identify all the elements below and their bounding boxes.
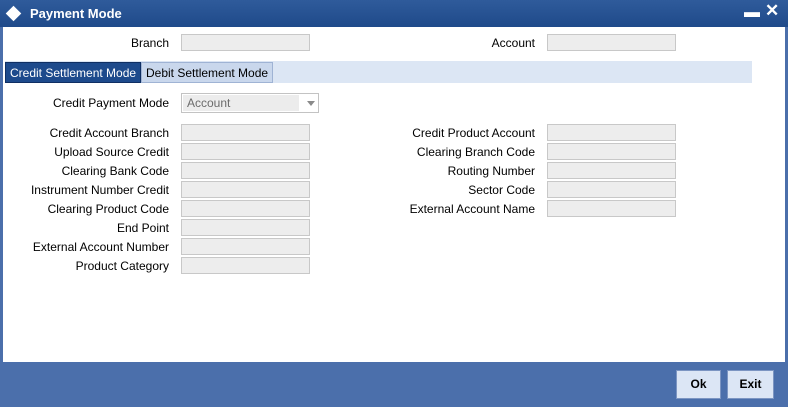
account-field[interactable]: [547, 34, 676, 51]
payment-mode-window: Payment Mode ▬ ✕ Branch Account Credit S…: [0, 0, 788, 407]
form-panel: Branch Account Credit Settlement Mode De…: [3, 27, 785, 362]
exit-button[interactable]: Exit: [727, 370, 774, 399]
diamond-icon: [5, 5, 22, 22]
window-title: Payment Mode: [30, 6, 122, 21]
chevron-down-icon[interactable]: [307, 101, 315, 106]
instrument-number-credit-field[interactable]: [181, 181, 310, 198]
upload-source-credit-field[interactable]: [181, 143, 310, 160]
account-label: Account: [491, 36, 535, 50]
upload-source-credit-label: Upload Source Credit: [54, 145, 169, 159]
routing-number-label: Routing Number: [447, 164, 535, 178]
close-icon[interactable]: ✕: [765, 1, 779, 21]
clearing-bank-code-label: Clearing Bank Code: [61, 164, 169, 178]
credit-account-branch-label: Credit Account Branch: [49, 126, 169, 140]
clearing-branch-code-label: Clearing Branch Code: [416, 145, 535, 159]
credit-payment-mode-label: Credit Payment Mode: [52, 96, 169, 110]
tab-strip: Credit Settlement Mode Debit Settlement …: [5, 61, 752, 83]
end-point-label: End Point: [116, 221, 169, 235]
external-account-name-label: External Account Name: [409, 202, 535, 216]
branch-label: Branch: [130, 36, 169, 50]
product-category-label: Product Category: [75, 259, 169, 273]
credit-payment-mode-select[interactable]: Account: [181, 93, 319, 113]
ok-button[interactable]: Ok: [676, 370, 721, 399]
clearing-product-code-label: Clearing Product Code: [47, 202, 169, 216]
clearing-product-code-field[interactable]: [181, 200, 310, 217]
sector-code-field[interactable]: [547, 181, 676, 198]
footer-bar: [0, 362, 788, 407]
clearing-branch-code-field[interactable]: [547, 143, 676, 160]
external-account-number-label: External Account Number: [32, 240, 169, 254]
branch-field[interactable]: [181, 34, 310, 51]
end-point-field[interactable]: [181, 219, 310, 236]
credit-account-branch-field[interactable]: [181, 124, 310, 141]
tab-credit-settlement-mode[interactable]: Credit Settlement Mode: [5, 62, 142, 83]
credit-payment-mode-value: Account: [183, 95, 299, 111]
instrument-number-credit-label: Instrument Number Credit: [30, 183, 169, 197]
external-account-number-field[interactable]: [181, 238, 310, 255]
routing-number-field[interactable]: [547, 162, 676, 179]
sector-code-label: Sector Code: [468, 183, 535, 197]
credit-product-account-field[interactable]: [547, 124, 676, 141]
external-account-name-field[interactable]: [547, 200, 676, 217]
title-bar: Payment Mode ▬ ✕: [0, 0, 788, 27]
product-category-field[interactable]: [181, 257, 310, 274]
clearing-bank-code-field[interactable]: [181, 162, 310, 179]
credit-product-account-label: Credit Product Account: [412, 126, 535, 140]
tab-debit-settlement-mode[interactable]: Debit Settlement Mode: [141, 62, 274, 83]
minimize-icon[interactable]: ▬: [744, 4, 760, 22]
